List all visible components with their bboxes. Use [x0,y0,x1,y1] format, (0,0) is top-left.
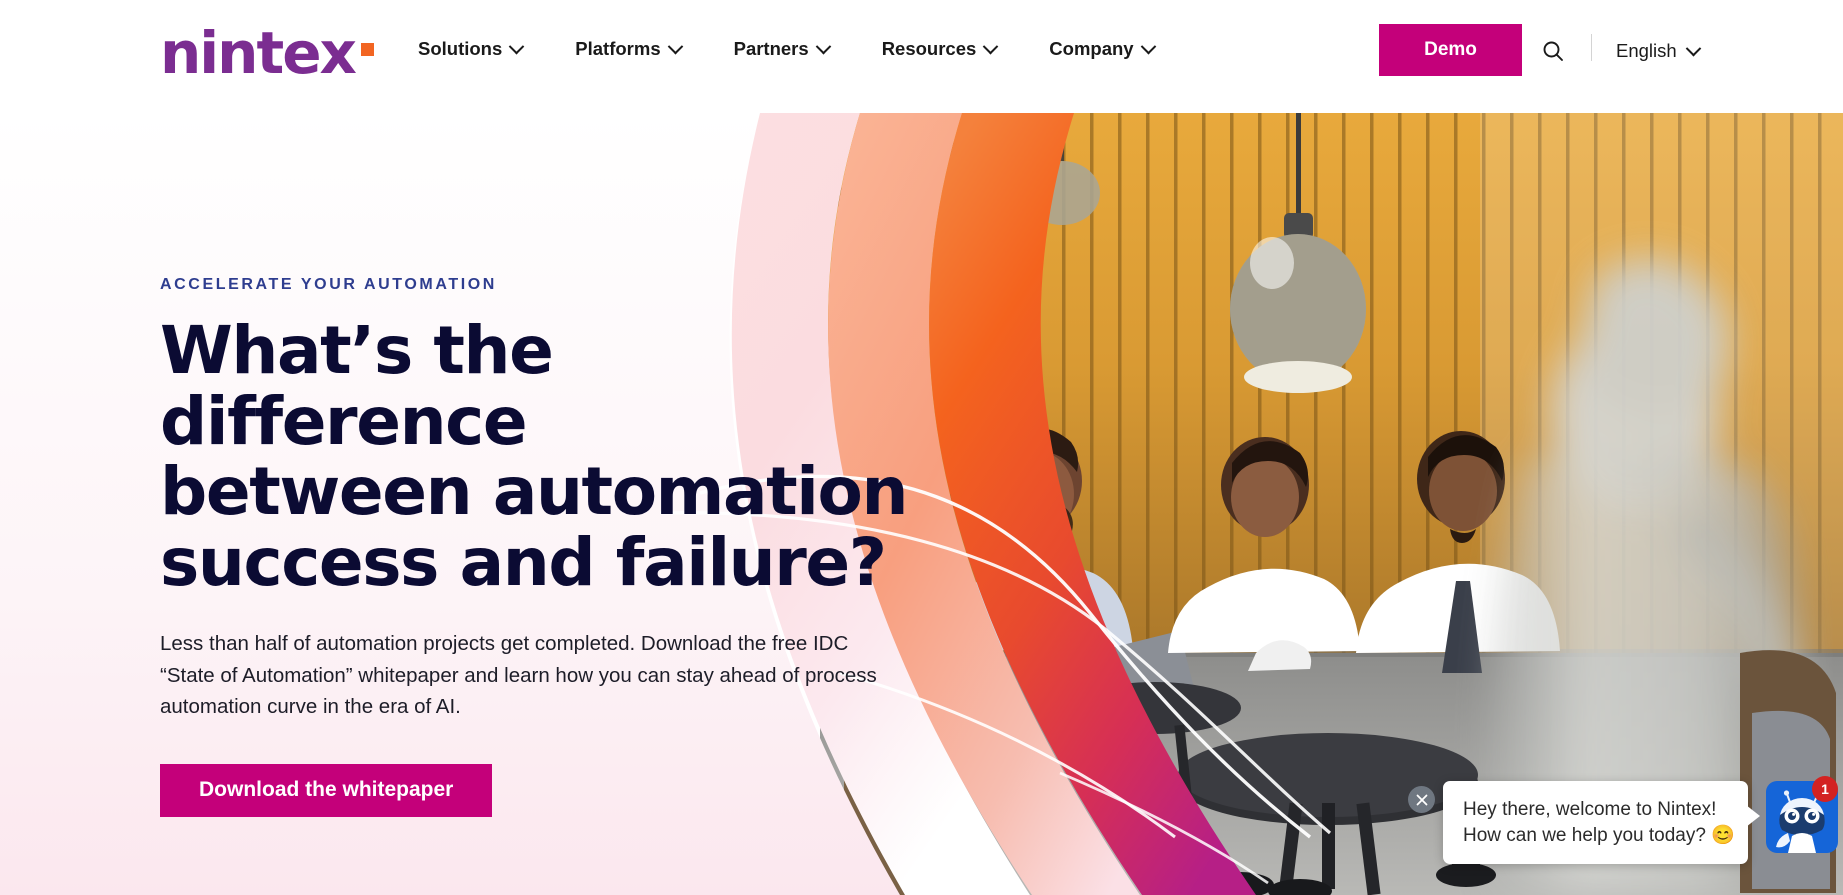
chat-close-button[interactable] [1408,786,1435,813]
language-selector[interactable]: English [1616,40,1701,62]
nav-label: Resources [881,38,977,59]
nav-item-company[interactable]: Company [1049,38,1156,60]
hero-description: Less than half of automation projects ge… [160,632,877,718]
site-header: nintex Solutions Platforms Partners Reso… [0,0,1843,113]
chevron-down-icon [667,38,683,54]
close-icon [1416,794,1427,805]
demo-button[interactable]: Demo [1379,24,1522,76]
chat-message-line-1: Hey there, welcome to Nintex! [1463,799,1717,820]
language-label: English [1616,40,1677,61]
chevron-down-icon [1685,40,1701,56]
chevron-down-icon [983,38,999,54]
logo-wordmark: nintex [160,19,357,87]
hero-eyebrow: ACCELERATE YOUR AUTOMATION [160,276,497,293]
nav-label: Platforms [575,38,661,59]
chat-greeting-bubble[interactable]: Hey there, welcome to Nintex! How can we… [1443,781,1748,865]
chevron-down-icon [509,38,525,54]
nav-label: Company [1049,38,1134,59]
chat-bubble-tail [1746,805,1760,827]
search-button[interactable] [1538,36,1568,66]
search-icon [1543,41,1563,61]
chat-unread-badge: 1 [1812,776,1838,802]
download-whitepaper-button[interactable]: Download the whitepaper [160,763,493,817]
nintex-logo[interactable]: nintex [160,24,374,82]
nav-item-solutions[interactable]: Solutions [418,38,525,60]
headline-line-2: between automation [160,453,908,531]
nav-item-platforms[interactable]: Platforms [575,38,683,60]
chat-message-line-2: How can we help you today? 😊 [1463,824,1735,846]
nav-label: Solutions [418,38,503,59]
main-navigation: Solutions Platforms Partners Resources C… [418,38,1207,60]
headline-line-3: success and failure? [160,523,887,601]
page-title: What’s the difference between automation… [160,315,920,601]
chevron-down-icon [1140,38,1156,54]
nav-item-partners[interactable]: Partners [733,38,831,60]
nav-item-resources[interactable]: Resources [881,38,999,60]
hero-section: ACCELERATE YOUR AUTOMATION What’s the di… [0,113,1843,895]
headline-line-1: What’s the difference [160,312,554,460]
hero-content: ACCELERATE YOUR AUTOMATION What’s the di… [160,276,920,817]
header-divider [1591,34,1592,61]
logo-accent-dot [361,43,374,56]
nav-label: Partners [733,38,809,59]
chevron-down-icon [815,38,831,54]
